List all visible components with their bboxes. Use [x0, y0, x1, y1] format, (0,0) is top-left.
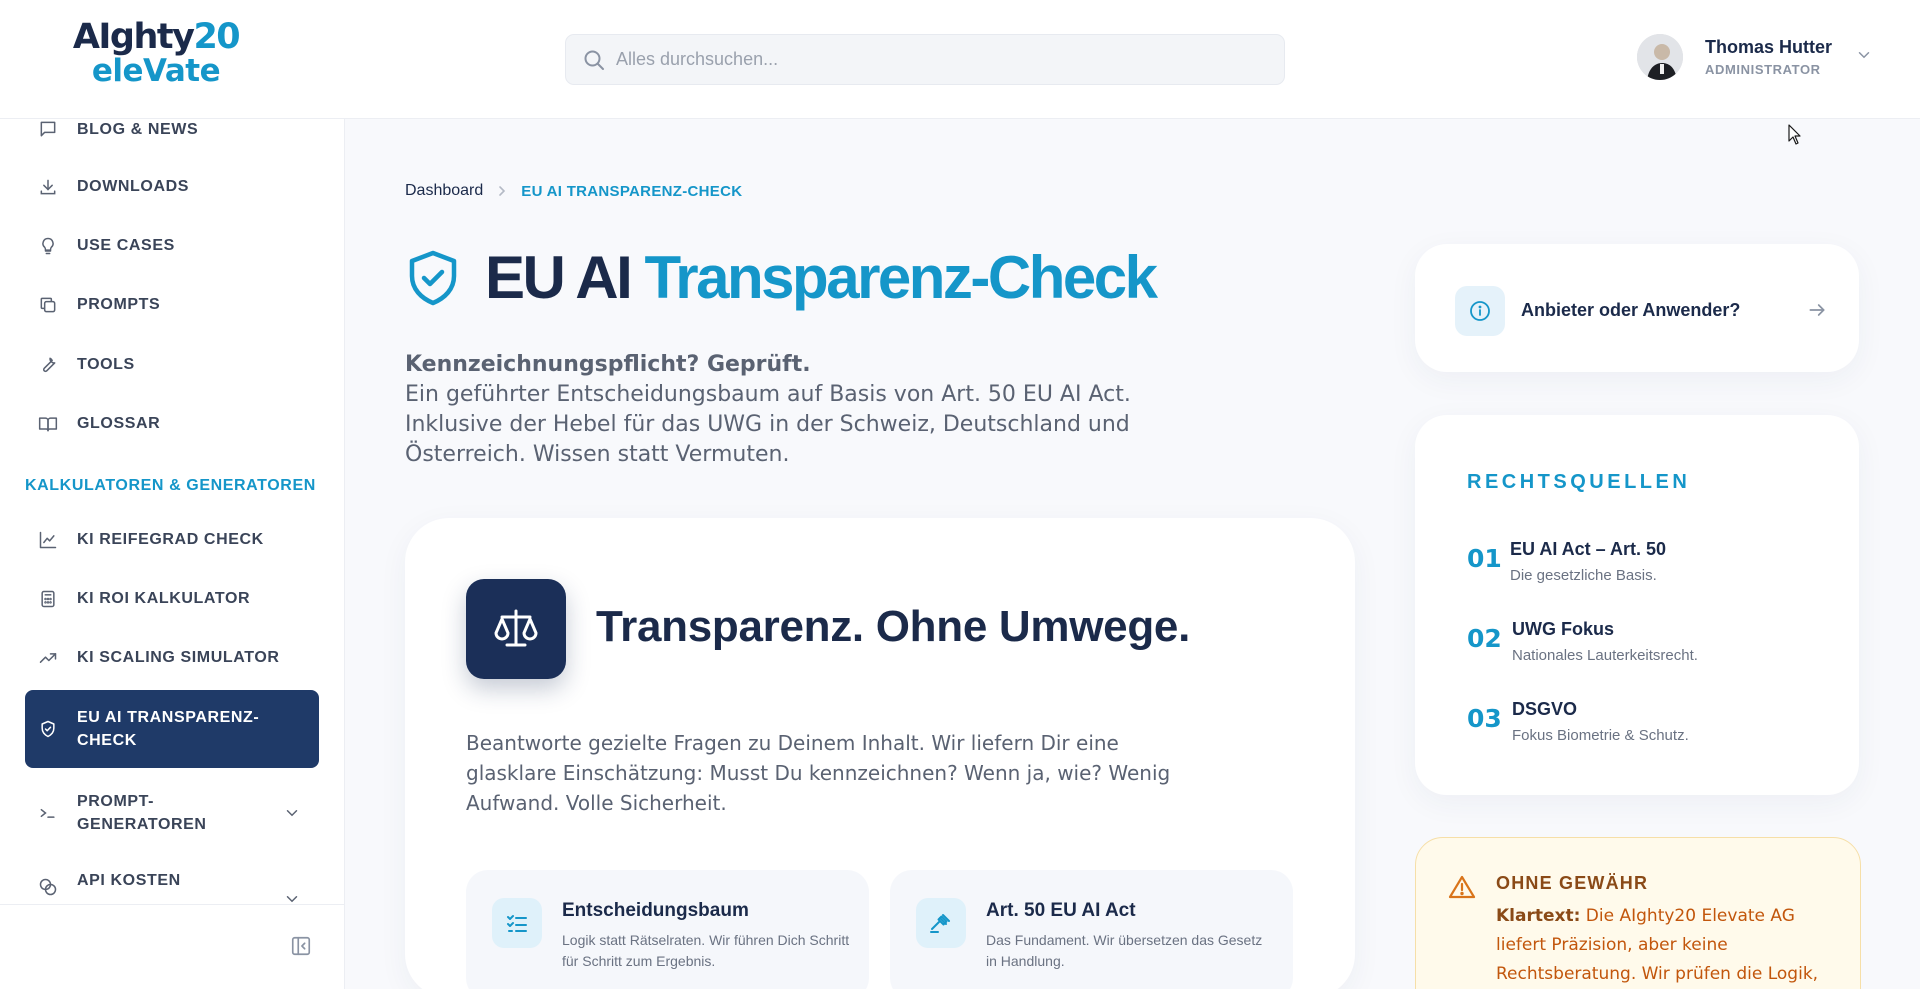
- warning-icon: [1448, 875, 1476, 899]
- chevron-down-icon: [286, 896, 298, 903]
- terminal-icon: [40, 808, 55, 818]
- page-title-part-1: EU AI: [485, 244, 633, 311]
- feature-title: Art. 50 EU AI Act: [986, 900, 1136, 921]
- sidebar-item-use-cases[interactable]: USE CASES: [25, 234, 319, 257]
- source-description: Nationales Lauterkeitsrecht.: [1512, 647, 1698, 664]
- user-name: Thomas Hutter: [1705, 37, 1833, 57]
- sidebar: BLOG & NEWS DOWNLOADS USE CASES PROMPTS …: [0, 119, 345, 989]
- mouse-cursor-icon: [1788, 124, 1801, 145]
- page-title: EU AI Transparenz-Check: [405, 243, 1158, 312]
- chevron-down-icon[interactable]: [1855, 46, 1873, 64]
- logo-line-2: eleVate: [91, 53, 221, 89]
- gavel-icon: [930, 914, 950, 933]
- sidebar-item-ki-scaling[interactable]: KI SCALING SIMULATOR: [25, 646, 319, 669]
- card-description: Beantworte gezielte Fragen zu Deinem Inh…: [466, 731, 1171, 815]
- sidebar-item-downloads[interactable]: DOWNLOADS: [25, 175, 319, 198]
- source-description: Die gesetzliche Basis.: [1510, 567, 1657, 584]
- feature-entscheidungsbaum: Entscheidungsbaum Logik statt Rätselrate…: [466, 870, 869, 989]
- avatar: [1637, 34, 1683, 80]
- feature-description: Logik statt Rätselraten. Wir führen Dich…: [562, 932, 850, 969]
- book-icon: [38, 416, 58, 431]
- sidebar-item-ki-roi[interactable]: KI ROI KALKULATOR: [25, 587, 319, 610]
- breadcrumb-current: EU AI TRANSPARENZ-CHECK: [521, 182, 743, 200]
- feature-description: Das Fundament. Wir übersetzen das Gesetz…: [986, 932, 1263, 969]
- page-intro: Kennzeichnungspflicht? Geprüft. Ein gefü…: [405, 350, 1165, 470]
- scales-icon: [494, 609, 538, 647]
- sidebar-item-ki-reifegrad[interactable]: KI REIFEGRAD CHECK: [25, 528, 319, 551]
- sources-title: RECHTSQUELLEN: [1467, 471, 1691, 493]
- wrench-icon: [43, 357, 56, 372]
- source-number: 01: [1467, 544, 1502, 573]
- brand-logo[interactable]: AIghty20 eleVate: [66, 20, 246, 87]
- source-name: DSGVO: [1512, 699, 1578, 719]
- disclaimer-text: Klartext: Die AIghty20 Elevate AG liefer…: [1496, 906, 1819, 984]
- lightbulb-icon: [42, 237, 54, 254]
- chevron-right-icon: [499, 186, 506, 196]
- feature-art50: Art. 50 EU AI Act Das Fundament. Wir übe…: [890, 870, 1293, 989]
- search-icon: [584, 50, 604, 70]
- shield-check-icon: [409, 250, 457, 305]
- page-title-part-2: Transparenz-Check: [644, 244, 1158, 311]
- info-icon: [1470, 301, 1490, 321]
- sidebar-section-title: KALKULATOREN & GENERATOREN: [25, 477, 316, 494]
- sidebar-item-api-kosten[interactable]: API KOSTEN: [25, 869, 319, 909]
- breadcrumb-home[interactable]: Dashboard: [405, 182, 483, 200]
- disclaimer-title: OHNE GEWÄHR: [1496, 873, 1649, 893]
- chevron-down-icon: [286, 810, 298, 817]
- coins-icon: [39, 878, 57, 896]
- provider-or-user-label: Anbieter oder Anwender?: [1521, 300, 1741, 320]
- line-chart-icon: [39, 531, 57, 548]
- sidebar-item-eu-ai-transparenz[interactable]: EU AI TRANSPARENZ-CHECK: [25, 690, 319, 768]
- search-bar[interactable]: [565, 34, 1285, 85]
- user-menu[interactable]: Thomas Hutter ADMINISTRATOR: [1637, 34, 1907, 86]
- sidebar-item-prompt-generatoren[interactable]: PROMPT-GENERATOREN: [25, 788, 319, 838]
- calculator-icon: [41, 590, 55, 607]
- feature-title: Entscheidungsbaum: [562, 900, 749, 921]
- search-input[interactable]: [616, 35, 1256, 84]
- source-description: Fokus Biometrie & Schutz.: [1512, 727, 1689, 744]
- source-number: 03: [1467, 704, 1502, 733]
- source-name: UWG Fokus: [1512, 619, 1614, 639]
- list-check-icon: [507, 915, 527, 932]
- card-title: Transparenz. Ohne Umwege.: [596, 602, 1190, 651]
- disclaimer-card: OHNE GEWÄHR Klartext: Die AIghty20 Eleva…: [1415, 837, 1861, 989]
- copy-icon: [40, 297, 56, 312]
- user-role: ADMINISTRATOR: [1705, 62, 1821, 77]
- intro-text: Ein geführter Entscheidungsbaum auf Basi…: [405, 382, 1131, 467]
- sidebar-collapse-icon[interactable]: [290, 935, 312, 957]
- sidebar-item-glossar[interactable]: GLOSSAR: [25, 412, 319, 435]
- sidebar-item-prompts[interactable]: PROMPTS: [25, 293, 319, 316]
- sidebar-item-tools[interactable]: TOOLS: [25, 353, 319, 376]
- shield-check-icon: [41, 720, 55, 738]
- sidebar-footer-divider: [0, 904, 345, 905]
- arrow-right-icon: [1809, 304, 1825, 316]
- source-name: EU AI Act – Art. 50: [1510, 539, 1667, 559]
- sidebar-item-blog[interactable]: BLOG & NEWS: [25, 119, 319, 139]
- provider-or-user-card[interactable]: Anbieter oder Anwender?: [1415, 244, 1859, 372]
- logo-line-1: AIghty20: [72, 17, 241, 57]
- download-icon: [40, 179, 56, 194]
- main-info-card: Transparenz. Ohne Umwege. Beantworte gez…: [405, 518, 1355, 989]
- intro-headline: Kennzeichnungspflicht? Geprüft.: [405, 352, 811, 377]
- top-header: AIghty20 eleVate Thomas Hutter ADMINISTR…: [0, 0, 1920, 119]
- source-number: 02: [1467, 624, 1502, 653]
- trending-up-icon: [39, 652, 57, 663]
- sources-card: RECHTSQUELLEN 01 EU AI Act – Art. 50 Die…: [1415, 415, 1859, 795]
- card-icon-badge: [466, 579, 566, 679]
- message-icon: [40, 121, 56, 137]
- breadcrumb: Dashboard EU AI TRANSPARENZ-CHECK: [405, 182, 742, 200]
